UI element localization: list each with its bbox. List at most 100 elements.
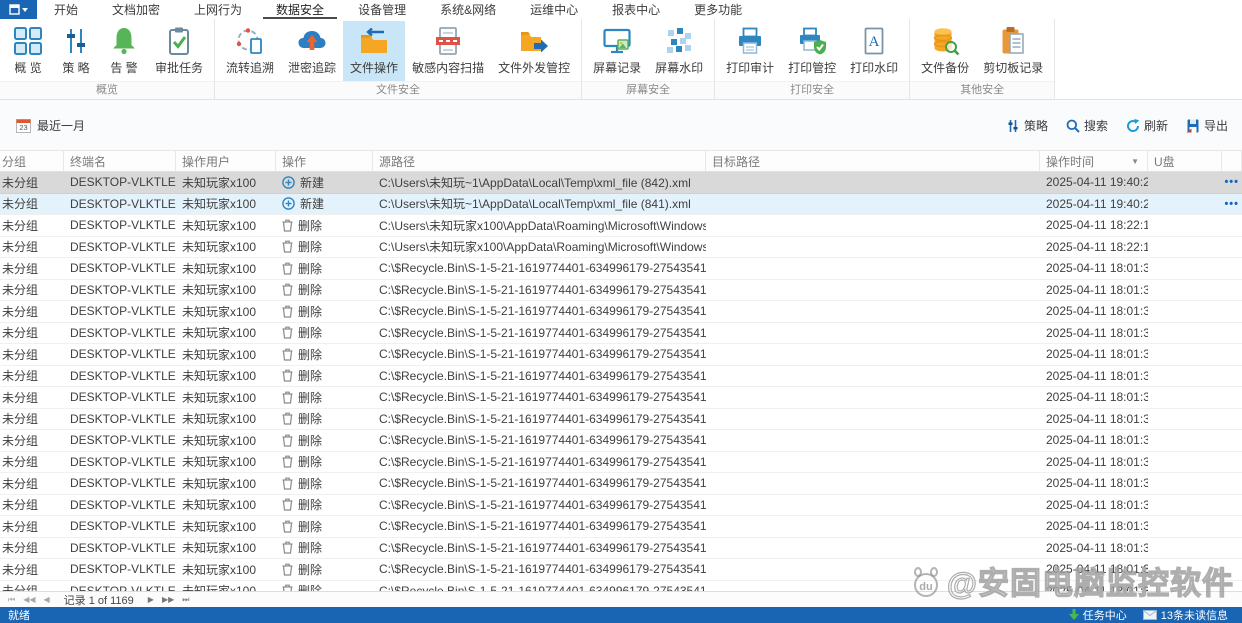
trash-icon (282, 477, 293, 490)
usb-cell (1148, 344, 1222, 365)
task-center-button[interactable]: 任务中心 (1068, 607, 1127, 623)
ribbon-button-overview-grid[interactable]: 概 览 (4, 21, 52, 81)
table-row-14[interactable]: 未分组 DESKTOP-VLKTLE1 未知玩家x100 删除 C:\$Recycle.… (0, 473, 1242, 495)
menu-tab-7[interactable]: 报表中心 (599, 0, 673, 19)
ribbon-button-print-watermark[interactable]: A 打印水印 (843, 21, 905, 81)
approval-clipboard-icon (164, 26, 194, 56)
menu-tab-2[interactable]: 上网行为 (181, 0, 255, 19)
ribbon-button-print-audit[interactable]: 打印审计 (719, 21, 781, 81)
terminal-cell: DESKTOP-VLKTLE1 (70, 175, 176, 190)
ribbon-button-alert-bell[interactable]: 告 警 (100, 21, 148, 81)
table-row-3[interactable]: 未分组 DESKTOP-VLKTLE1 未知玩家x100 删除 C:\Users\未知玩… (0, 236, 1242, 258)
sort-desc-icon[interactable]: ▼ (1131, 157, 1141, 166)
usb-cell (1148, 409, 1222, 430)
ribbon-group-label: 屏幕安全 (582, 81, 715, 99)
row-more-button[interactable]: ••• (1222, 172, 1242, 193)
ribbon-button-file-operation-folder[interactable]: 文件操作 (343, 21, 406, 81)
menu-tab-8[interactable]: 更多功能 (681, 0, 755, 19)
table-row-1[interactable]: 未分组 DESKTOP-VLKTLE1 未知玩家x100 新建 C:\Users\未知玩… (0, 193, 1242, 215)
toolbar-toolbar-policy-button[interactable]: 策略 (1006, 117, 1048, 134)
table-row-10[interactable]: 未分组 DESKTOP-VLKTLE1 未知玩家x100 删除 C:\$Recycle.… (0, 387, 1242, 409)
menu-tab-1[interactable]: 文档加密 (99, 0, 173, 19)
trash-icon (282, 219, 293, 232)
column-header-1[interactable]: 终端名 (64, 151, 176, 171)
column-header-2[interactable]: 操作用户 (176, 151, 276, 171)
menu-tab-5[interactable]: 系统&网络 (427, 0, 509, 19)
toolbar-search-button[interactable]: 搜索 (1066, 117, 1108, 134)
column-header-7[interactable]: U盘 (1148, 151, 1222, 171)
ribbon-button-screen-record[interactable]: 屏幕记录 (586, 21, 648, 81)
table-row-16[interactable]: 未分组 DESKTOP-VLKTLE1 未知玩家x100 删除 C:\$Recycle.… (0, 516, 1242, 538)
column-header-6[interactable]: 操作时间 ▼ (1040, 151, 1148, 171)
ribbon-button-file-send-folder[interactable]: 文件外发管控 (491, 21, 577, 81)
usb-cell (1148, 581, 1222, 592)
menu-tab-0[interactable]: 开始 (41, 0, 91, 19)
toolbar-export-button[interactable]: 导出 (1186, 117, 1228, 134)
row-more-cell (1222, 344, 1242, 365)
next-page-button[interactable]: ▶ (146, 595, 156, 604)
target-path-cell (706, 366, 1040, 387)
menu-tab-6[interactable]: 运维中心 (517, 0, 591, 19)
prev-group-button[interactable]: ◀◀ (21, 595, 37, 604)
table-row-6[interactable]: 未分组 DESKTOP-VLKTLE1 未知玩家x100 删除 C:\$Recycle.… (0, 301, 1242, 323)
ribbon-button-sensitive-scan[interactable]: 敏感内容扫描 (405, 21, 491, 81)
group-cell: 未分组 (2, 390, 39, 405)
source-path-cell: C:\$Recycle.Bin\S-1-5-21-1619774401-6349… (379, 454, 706, 469)
table-row-5[interactable]: 未分组 DESKTOP-VLKTLE1 未知玩家x100 删除 C:\$Recycle.… (0, 279, 1242, 301)
user-cell: 未知玩家x100 (182, 218, 257, 233)
ribbon-button-approval-clipboard[interactable]: 审批任务 (148, 21, 210, 81)
column-header-8[interactable] (1222, 151, 1242, 171)
app-menu-button[interactable] (0, 0, 37, 19)
column-header-label: 操作时间 (1046, 154, 1095, 169)
table-row-18[interactable]: 未分组 DESKTOP-VLKTLE1 未知玩家x100 删除 C:\$Recycle.… (0, 559, 1242, 581)
record-count-label: 记录 1 of 1169 (63, 594, 134, 607)
next-group-button[interactable]: ▶▶ (160, 595, 176, 604)
terminal-cell: DESKTOP-VLKTLE1 (70, 261, 176, 276)
date-range-filter[interactable]: 23 最近一月 (14, 113, 87, 138)
menu-tab-3[interactable]: 数据安全 (263, 0, 338, 19)
column-header-4[interactable]: 源路径 (373, 151, 706, 171)
ribbon-button-file-backup[interactable]: 文件备份 (914, 21, 976, 81)
last-page-button[interactable]: ⏭ (180, 595, 191, 605)
leak-cloud-icon (297, 26, 327, 56)
source-path-cell: C:\$Recycle.Bin\S-1-5-21-1619774401-6349… (379, 304, 706, 319)
row-more-button[interactable]: ••• (1222, 194, 1242, 215)
table-row-17[interactable]: 未分组 DESKTOP-VLKTLE1 未知玩家x100 删除 C:\$Recycle.… (0, 537, 1242, 559)
user-cell: 未知玩家x100 (182, 455, 257, 470)
column-header-5[interactable]: 目标路径 (706, 151, 1040, 171)
table-row-0[interactable]: 未分组 DESKTOP-VLKTLE1 未知玩家x100 新建 C:\Users\未知玩… (0, 172, 1242, 194)
table-row-2[interactable]: 未分组 DESKTOP-VLKTLE1 未知玩家x100 删除 C:\Users\未知玩… (0, 215, 1242, 237)
table-row-15[interactable]: 未分组 DESKTOP-VLKTLE1 未知玩家x100 删除 C:\$Recycle.… (0, 494, 1242, 516)
terminal-cell: DESKTOP-VLKTLE1 (70, 218, 176, 233)
ribbon-button-clipboard-record[interactable]: 剪切板记录 (976, 21, 1050, 81)
first-page-button[interactable]: ⏮ (6, 595, 17, 605)
table-row-7[interactable]: 未分组 DESKTOP-VLKTLE1 未知玩家x100 删除 C:\$Recycle.… (0, 322, 1242, 344)
column-header-0[interactable]: 分组 (0, 151, 64, 171)
ribbon-button-print-control[interactable]: 打印管控 (781, 21, 843, 81)
action-cell: 删除 (276, 452, 373, 473)
ribbon-button-screen-watermark[interactable]: 屏幕水印 (648, 21, 710, 81)
sensitive-scan-icon (433, 26, 463, 56)
menu-tab-4[interactable]: 设备管理 (345, 0, 419, 19)
prev-page-button[interactable]: ◀ (42, 595, 52, 604)
action-cell: 删除 (276, 280, 373, 301)
table-row-11[interactable]: 未分组 DESKTOP-VLKTLE1 未知玩家x100 删除 C:\$Recycle.… (0, 408, 1242, 430)
ribbon-button-policy-sliders[interactable]: 策 略 (52, 21, 100, 81)
terminal-cell: DESKTOP-VLKTLE1 (70, 304, 176, 319)
column-header-3[interactable]: 操作 (276, 151, 373, 171)
table-row-9[interactable]: 未分组 DESKTOP-VLKTLE1 未知玩家x100 删除 C:\$Recycle.… (0, 365, 1242, 387)
action-label: 删除 (298, 519, 323, 534)
unread-messages-button[interactable]: 13条未读信息 (1142, 607, 1228, 623)
table-row-8[interactable]: 未分组 DESKTOP-VLKTLE1 未知玩家x100 删除 C:\$Recycle.… (0, 344, 1242, 366)
trash-icon (282, 563, 293, 576)
trash-icon (282, 584, 293, 591)
table-row-12[interactable]: 未分组 DESKTOP-VLKTLE1 未知玩家x100 删除 C:\$Recycle.… (0, 430, 1242, 452)
ribbon-button-leak-cloud[interactable]: 泄密追踪 (281, 21, 343, 81)
ribbon-button-flow-trace[interactable]: 流转追溯 (219, 21, 281, 81)
table-row-4[interactable]: 未分组 DESKTOP-VLKTLE1 未知玩家x100 删除 C:\$Recycle.… (0, 258, 1242, 280)
toolbar-refresh-button[interactable]: 刷新 (1126, 117, 1168, 134)
table-row-13[interactable]: 未分组 DESKTOP-VLKTLE1 未知玩家x100 删除 C:\$Recycle.… (0, 451, 1242, 473)
row-more-cell (1222, 538, 1242, 559)
table-row-19[interactable]: 未分组 DESKTOP-VLKTLE1未知玩家x100 删除 C:\$Recycle.… (0, 580, 1242, 592)
ribbon-button-label: 文件备份 (921, 61, 970, 75)
